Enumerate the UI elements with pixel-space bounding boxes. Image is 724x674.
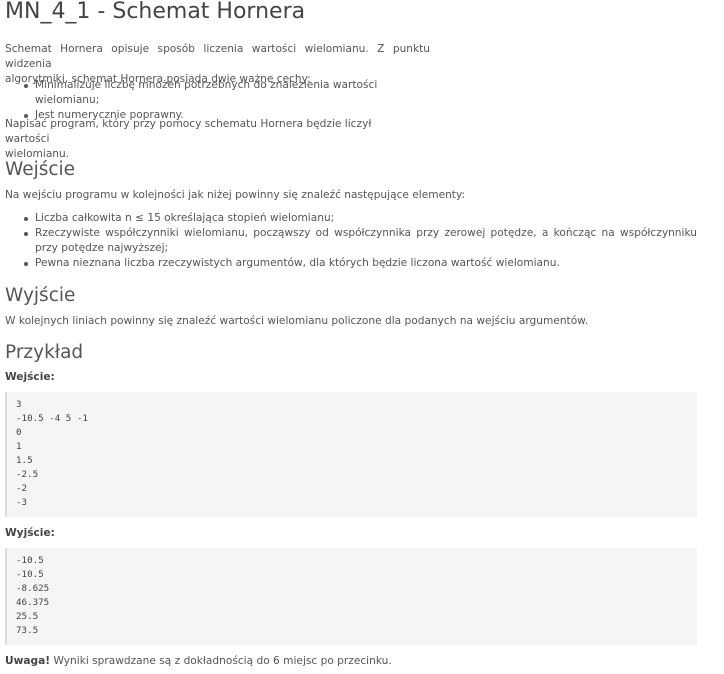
task-paragraph: Napisać program, który przy pomocy schem… [5,117,405,162]
note-text: Wyniki sprawdzane są z dokładnością do 6… [50,655,392,667]
list-item: Liczba całkowita n ≤ 15 określająca stop… [5,211,697,226]
problem-page: MN_4_1 - Schemat Hornera Schemat Hornera… [0,0,724,674]
list-item: Pewna nieznana liczba rzeczywistych argu… [5,256,697,271]
input-elements-list: Liczba całkowita n ≤ 15 określająca stop… [5,211,697,271]
example-output-code: -10.5 -10.5 -8.625 46.375 25.5 73.5 [5,548,697,645]
output-description: W kolejnych liniach powinny się znaleźć … [5,315,589,327]
input-heading: Wejście [5,159,76,180]
example-output-label: Wyjście: [5,527,55,539]
example-input-label: Wejście: [5,371,55,383]
example-heading: Przykład [5,342,84,363]
page-title: MN_4_1 - Schemat Hornera [5,0,306,24]
example-input-code: 3 -10.5 -4 5 -1 0 1 1.5 -2.5 -2 -3 [5,392,697,517]
output-heading: Wyjście [5,285,76,306]
precision-note: Uwaga! Wyniki sprawdzane są z dokładnośc… [5,654,392,669]
intro-paragraph-line-1: Schemat Hornera opisuje sposób liczenia … [5,43,430,70]
list-item: Minimalizuje liczbę mnożeń potrzebnych d… [5,78,435,108]
list-item: Rzeczywiste współczynniki wielomianu, po… [5,226,697,256]
note-label: Uwaga! [5,655,51,667]
input-description: Na wejściu programu w kolejności jak niż… [5,189,466,201]
task-paragraph-line-1: Napisać program, który przy pomocy schem… [5,118,372,145]
